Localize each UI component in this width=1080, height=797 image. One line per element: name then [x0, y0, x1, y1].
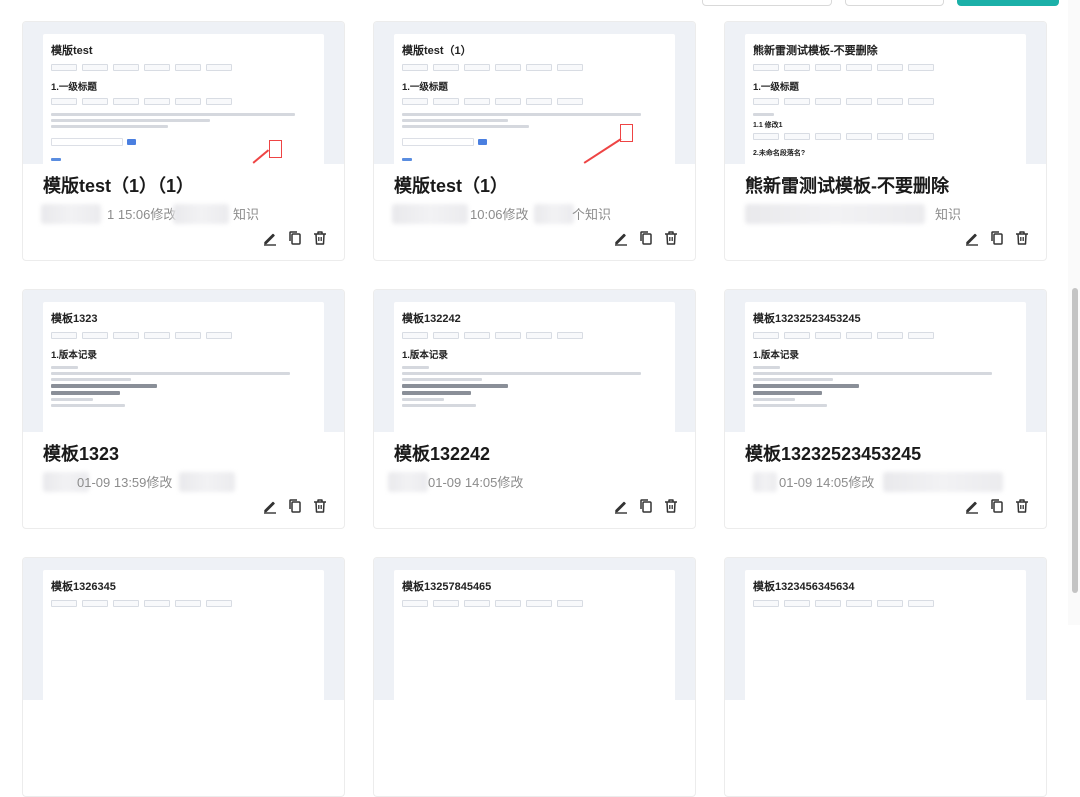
template-preview[interactable]: 模板132242 1.版本记录: [374, 290, 695, 432]
delete-icon[interactable]: [1014, 230, 1030, 246]
edit-icon[interactable]: [262, 230, 278, 246]
preview-subheading-2: 2.未命名段落名?: [753, 150, 806, 157]
card-title[interactable]: 模版test（1）: [394, 172, 508, 198]
preview-heading: 1.版本记录: [51, 350, 97, 361]
template-card[interactable]: 模板1326345: [22, 557, 345, 797]
preview-paper: 模板13232523453245 1.版本记录: [745, 302, 1026, 432]
toolbar-primary-button[interactable]: [957, 0, 1059, 6]
annotation-box: [620, 124, 633, 142]
toolbar-button-2[interactable]: [845, 0, 944, 6]
card-actions: [613, 230, 679, 246]
preview-doc-title: 模板1323: [51, 313, 98, 325]
preview-paper: 模板1323 1.版本记录: [43, 302, 324, 432]
preview-heading: 1.一级标题: [753, 82, 799, 93]
scrollbar-track[interactable]: [1068, 0, 1080, 625]
edit-icon[interactable]: [262, 498, 278, 514]
edit-icon[interactable]: [613, 230, 629, 246]
template-preview[interactable]: 模板13257845465: [374, 558, 695, 700]
template-card[interactable]: 模板1323 1.版本记录 模板1323 01-09 13:59修改: [22, 289, 345, 529]
template-preview[interactable]: 模版test（1） 1.一级标题: [374, 22, 695, 164]
card-knowledge-base: 知识: [233, 207, 260, 222]
template-card[interactable]: 模板13257845465: [373, 557, 696, 797]
card-actions: [262, 498, 328, 514]
copy-icon[interactable]: [638, 498, 654, 514]
template-preview[interactable]: 模板13232523453245 1.版本记录: [725, 290, 1046, 432]
card-actions: [262, 230, 328, 246]
template-preview[interactable]: 模板1326345: [23, 558, 344, 700]
preview-heading: 1.版本记录: [753, 350, 799, 361]
preview-subheading: 1.1 修改1: [753, 122, 783, 129]
template-preview[interactable]: 熊新雷测试模板-不要删除 1.一级标题 1.1 修改1 2.未命名段落名?: [725, 22, 1046, 164]
preview-doc-title: 模板13232523453245: [753, 313, 861, 325]
delete-icon[interactable]: [663, 498, 679, 514]
template-card[interactable]: 模版test 1.一级标题 模版test（1）（1） 1 15:06修改 知识: [22, 21, 345, 261]
card-knowledge-base: 个知识: [572, 207, 612, 222]
card-title[interactable]: 模版test（1）（1）: [43, 172, 194, 198]
copy-icon[interactable]: [638, 230, 654, 246]
card-knowledge-base: 知识: [935, 207, 962, 222]
edit-icon[interactable]: [964, 498, 980, 514]
delete-icon[interactable]: [312, 498, 328, 514]
card-title[interactable]: 模板132242: [394, 440, 490, 466]
preview-doc-title: 熊新雷测试模板-不要删除: [753, 45, 878, 57]
template-card[interactable]: 模板13232523453245 1.版本记录 模板13232523453245…: [724, 289, 1047, 529]
delete-icon[interactable]: [1014, 498, 1030, 514]
preview-paper: 模板13257845465: [394, 570, 675, 700]
preview-paper: 熊新雷测试模板-不要删除 1.一级标题 1.1 修改1 2.未命名段落名?: [745, 34, 1026, 164]
copy-icon[interactable]: [989, 498, 1005, 514]
template-card[interactable]: 模板132242 1.版本记录 模板132242 01-09 14:05修改: [373, 289, 696, 529]
card-modified-time: 10:06修改: [470, 207, 529, 222]
template-card[interactable]: 模板1323456345634: [724, 557, 1047, 797]
preview-doc-title: 模版test（1）: [402, 45, 472, 57]
template-grid: 模版test 1.一级标题 模版test（1）（1） 1 15:06修改 知识: [22, 21, 1047, 797]
preview-paper: 模板1326345: [43, 570, 324, 700]
card-modified-time: 01-09 14:05修改: [779, 475, 875, 490]
preview-heading: 1.一级标题: [51, 82, 97, 93]
card-modified-time: 1 15:06修改: [107, 207, 177, 222]
preview-doc-title: 模板1323456345634: [753, 581, 855, 593]
card-modified-time: 01-09 13:59修改: [77, 475, 173, 490]
copy-icon[interactable]: [287, 498, 303, 514]
preview-heading: 1.一级标题: [402, 82, 448, 93]
delete-icon[interactable]: [663, 230, 679, 246]
preview-paper: 模板1323456345634: [745, 570, 1026, 700]
edit-icon[interactable]: [613, 498, 629, 514]
card-title[interactable]: 熊新雷测试模板-不要删除: [745, 172, 949, 198]
template-card[interactable]: 熊新雷测试模板-不要删除 1.一级标题 1.1 修改1 2.未命名段落名? 熊新…: [724, 21, 1047, 261]
template-preview[interactable]: 模版test 1.一级标题: [23, 22, 344, 164]
delete-icon[interactable]: [312, 230, 328, 246]
preview-doc-title: 模板1326345: [51, 581, 116, 593]
card-actions: [964, 498, 1030, 514]
annotation-box: [269, 140, 282, 158]
edit-icon[interactable]: [964, 230, 980, 246]
preview-doc-title: 模板132242: [402, 313, 461, 325]
card-modified-time: 01-09 14:05修改: [428, 475, 524, 490]
scrollbar-thumb[interactable]: [1072, 288, 1078, 593]
preview-paper: 模版test（1） 1.一级标题: [394, 34, 675, 164]
template-preview[interactable]: 模板1323 1.版本记录: [23, 290, 344, 432]
preview-paper: 模板132242 1.版本记录: [394, 302, 675, 432]
card-title[interactable]: 模板1323: [43, 440, 119, 466]
copy-icon[interactable]: [989, 230, 1005, 246]
copy-icon[interactable]: [287, 230, 303, 246]
toolbar-button-1[interactable]: [702, 0, 832, 6]
template-card[interactable]: 模版test（1） 1.一级标题 模版test（1） 10:06修改 个知识: [373, 21, 696, 261]
template-preview[interactable]: 模板1323456345634: [725, 558, 1046, 700]
card-actions: [964, 230, 1030, 246]
card-actions: [613, 498, 679, 514]
preview-doc-title: 模板13257845465: [402, 581, 492, 593]
preview-heading: 1.版本记录: [402, 350, 448, 361]
preview-doc-title: 模版test: [51, 45, 93, 57]
card-title[interactable]: 模板13232523453245: [745, 440, 921, 466]
